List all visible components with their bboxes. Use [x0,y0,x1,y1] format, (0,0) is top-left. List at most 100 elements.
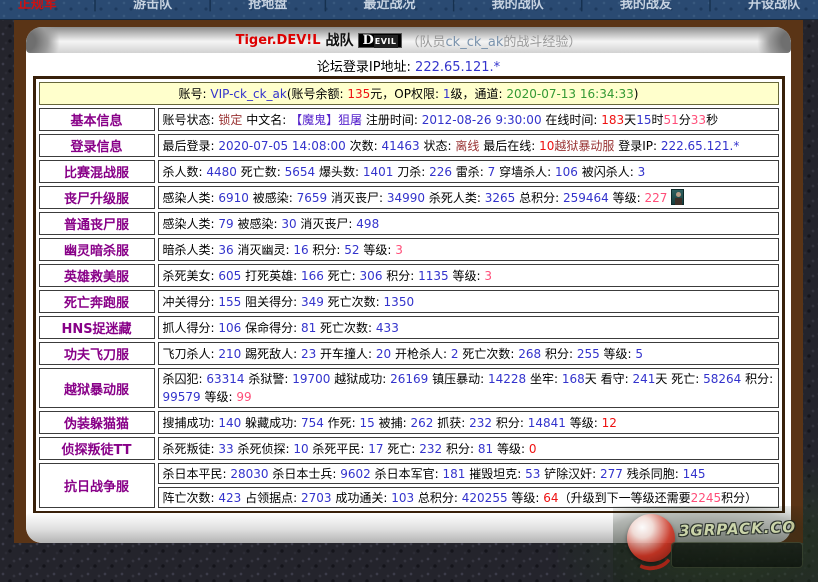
stats-cell: 感染人类: 6910 被感染: 7659 消灭丧尸: 34990 杀死人类: 3… [158,186,779,209]
stat-segment: 3 [395,243,403,257]
stat-segment: 106 [218,321,241,335]
stat-segment: 0 [529,442,537,456]
stat-segment: 79 [218,217,233,231]
stat-segment: 1350 [384,295,415,309]
title-suffix-pre: （队员 [407,35,446,50]
scroll-header: Tiger.DEV!L战队 DEVIL （队员ck_ck_ak的战斗经验） [26,27,791,53]
stat-segment: 等级: [566,416,602,430]
stat-segment: 306 [360,269,383,283]
stat-segment: 28030 [230,467,268,481]
nav-separator: | [323,0,328,13]
stat-segment: 52 [344,243,359,257]
stat-segment: 死亡: [667,372,703,386]
stat-segment: 【魔鬼】狙屠 [290,113,362,127]
stat-segment: 账号: [179,87,211,101]
nav-item[interactable]: 抢地盘 [248,0,287,13]
stat-segment: 抓获: [433,416,469,430]
server-label: 登录信息 [39,134,155,157]
stat-segment: 抓人得分: [163,321,219,335]
stats-cell: 最后登录: 2020-07-05 14:08:00 次数: 41463 状态: … [158,134,779,157]
stat-segment: 消灭丧尸: [297,217,357,231]
stat-segment: 10 [293,442,308,456]
stat-segment: 423 [218,491,241,505]
stat-segment: 最后在线: [479,139,539,153]
stat-segment: 232 [469,416,492,430]
stat-segment: 226 [429,165,452,179]
devil-logo-icon: DEVIL [358,33,401,48]
stat-segment: 277 [600,467,623,481]
stat-segment: 33 [218,442,233,456]
stat-segment: 17 [368,442,383,456]
stat-segment: 1135 [418,269,449,283]
server-label: 越狱暴动服 [39,368,155,408]
forum-ip-line: 论坛登录IP地址: 222.65.121.* [26,56,791,74]
nav-separator: | [708,0,713,13]
stat-segment: 暗杀人类: [163,243,219,257]
stat-segment: 268 [518,347,541,361]
stat-segment: 498 [356,217,379,231]
stats-table: 账号: VIP-ck_ck_ak(账号余额: 135元，OP权限: 1级，通道:… [33,76,785,514]
stat-segment: 140 [218,416,241,430]
stat-segment: 冲关得分: [163,295,219,309]
stat-segment: 等级: [508,491,544,505]
stat-segment: 23 [301,347,316,361]
stat-segment: 账号状态: [163,113,219,127]
stat-segment: 杀死人类: [425,191,485,205]
nav-item[interactable]: 游击队 [133,0,172,13]
stat-segment: 打死英雄: [241,269,301,283]
stat-segment: （升级到下一等级还需要 [559,491,691,505]
stat-segment: 210 [218,347,241,361]
nav-item[interactable]: 我的战队 [492,0,544,13]
stat-segment: 飞刀杀人: [163,347,219,361]
stat-segment: 349 [301,295,324,309]
stat-segment: 135 [347,87,370,101]
stat-segment: 15 [636,113,651,127]
server-label: 伪装躲猫猫 [39,411,155,434]
watermark-caption-bar [671,542,803,568]
stat-segment: 摧毁坦克: [465,467,525,481]
nav-separator: | [451,0,456,13]
stat-segment: 天 [655,372,667,386]
stat-segment: 躲藏成功: [241,416,301,430]
server-label: HNS捉迷藏 [39,316,155,339]
stat-segment: 占领据点: [241,491,301,505]
stat-segment: 259464 [563,191,609,205]
stat-segment: 81 [301,321,316,335]
stat-segment: 成功通关: [332,491,392,505]
stat-segment: 杀死平民: [309,442,369,456]
stat-segment: 感染人类: [163,191,219,205]
stat-segment: 阵亡次数: [163,491,219,505]
stats-cell: 杀人数: 4480 死亡数: 5654 爆头数: 1401 刀杀: 226 雷杀… [158,160,779,183]
stat-segment: 2012-08-26 9:30:00 [422,113,542,127]
stat-segment: 开车撞人: [316,347,376,361]
stat-segment: 155 [218,295,241,309]
stat-segment: 分 [679,113,691,127]
nav-item[interactable]: 开设战队 [748,0,800,13]
stat-segment: 杀日本军官: [371,467,443,481]
stat-segment: 605 [218,269,241,283]
stat-segment: 等级: [201,390,237,404]
stat-segment: 99 [236,390,251,404]
nav-item[interactable]: 正规军 [18,0,57,13]
nav-item[interactable]: 我的战友 [620,0,672,13]
watermark-sphere-icon [627,514,675,562]
stat-segment: 杀囚犯: [163,372,207,386]
stats-cell: 抓人得分: 106 保命得分: 81 死亡次数: 433 [158,316,779,339]
stat-segment: 58264 [703,372,741,386]
stat-segment: 5654 [285,165,316,179]
stat-segment: 34990 [387,191,425,205]
stat-segment: 2245 [691,491,722,505]
server-label: 英雄救美服 [39,264,155,287]
stat-segment: 36 [218,243,233,257]
stat-segment: 次数: [346,139,382,153]
stats-cell: 阵亡次数: 423 占领据点: 2703 成功通关: 103 总积分: 4202… [158,487,779,508]
stat-segment: 被闪杀人: [578,165,638,179]
stat-segment: 181 [442,467,465,481]
nav-separator: | [208,0,213,13]
stat-segment: 坐牢: [526,372,562,386]
stat-segment: 离线 [455,139,479,153]
nav-item[interactable]: 最近战况 [363,0,415,13]
stat-segment: 积分: [309,243,345,257]
content-panel: Tiger.DEV!L战队 DEVIL （队员ck_ck_ak的战斗经验） 论坛… [26,27,791,543]
stat-segment: 168 [562,372,585,386]
